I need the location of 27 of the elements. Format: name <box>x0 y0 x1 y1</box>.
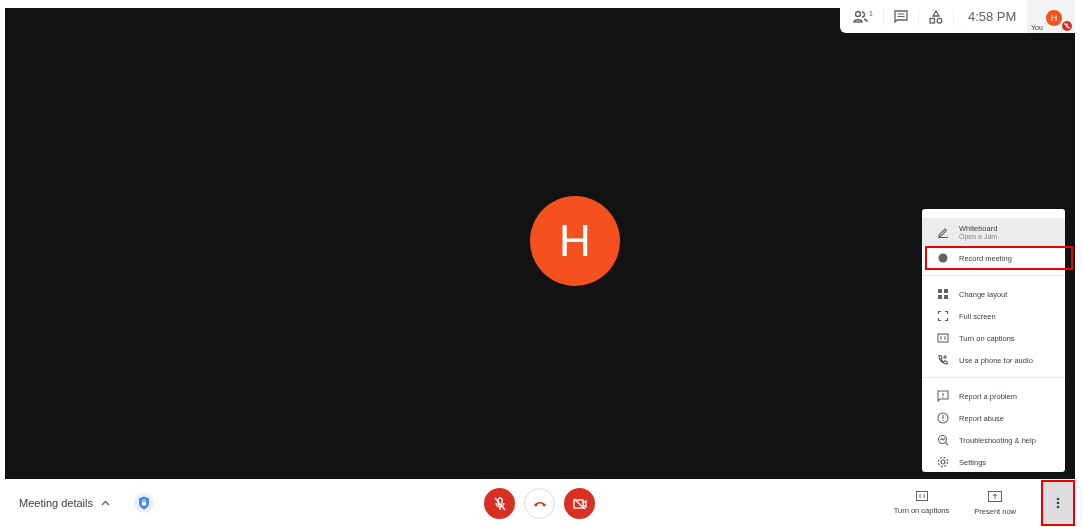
meeting-details-button[interactable]: Meeting details <box>19 497 93 509</box>
chat-icon[interactable] <box>893 10 908 23</box>
camera-off-icon <box>572 497 587 510</box>
phone-hangup-icon <box>532 500 547 507</box>
layout-icon <box>937 288 949 300</box>
more-options-button[interactable] <box>1041 480 1075 526</box>
shield-lock-icon[interactable] <box>134 493 154 513</box>
clock-time: 4:58 PM <box>967 9 1017 24</box>
more-vert-icon <box>1056 497 1060 509</box>
caret-icon <box>101 500 110 506</box>
feedback-icon <box>937 390 949 402</box>
present-screen-icon <box>988 490 1003 502</box>
participant-avatar: H <box>530 195 620 286</box>
leave-call-button[interactable] <box>524 488 555 519</box>
captions-icon <box>937 332 949 344</box>
settings-icon <box>937 456 949 468</box>
microphone-button[interactable] <box>484 488 515 519</box>
record-icon <box>937 252 949 264</box>
camera-button[interactable] <box>564 488 595 519</box>
alert-icon <box>937 412 949 424</box>
self-avatar: H <box>1046 10 1062 26</box>
muted-mic-icon <box>493 496 506 511</box>
help-icon <box>937 434 949 446</box>
fullscreen-icon <box>937 310 949 322</box>
shapes-icon[interactable] <box>928 9 943 24</box>
phone-icon <box>937 354 949 366</box>
captions-icon <box>915 491 928 501</box>
